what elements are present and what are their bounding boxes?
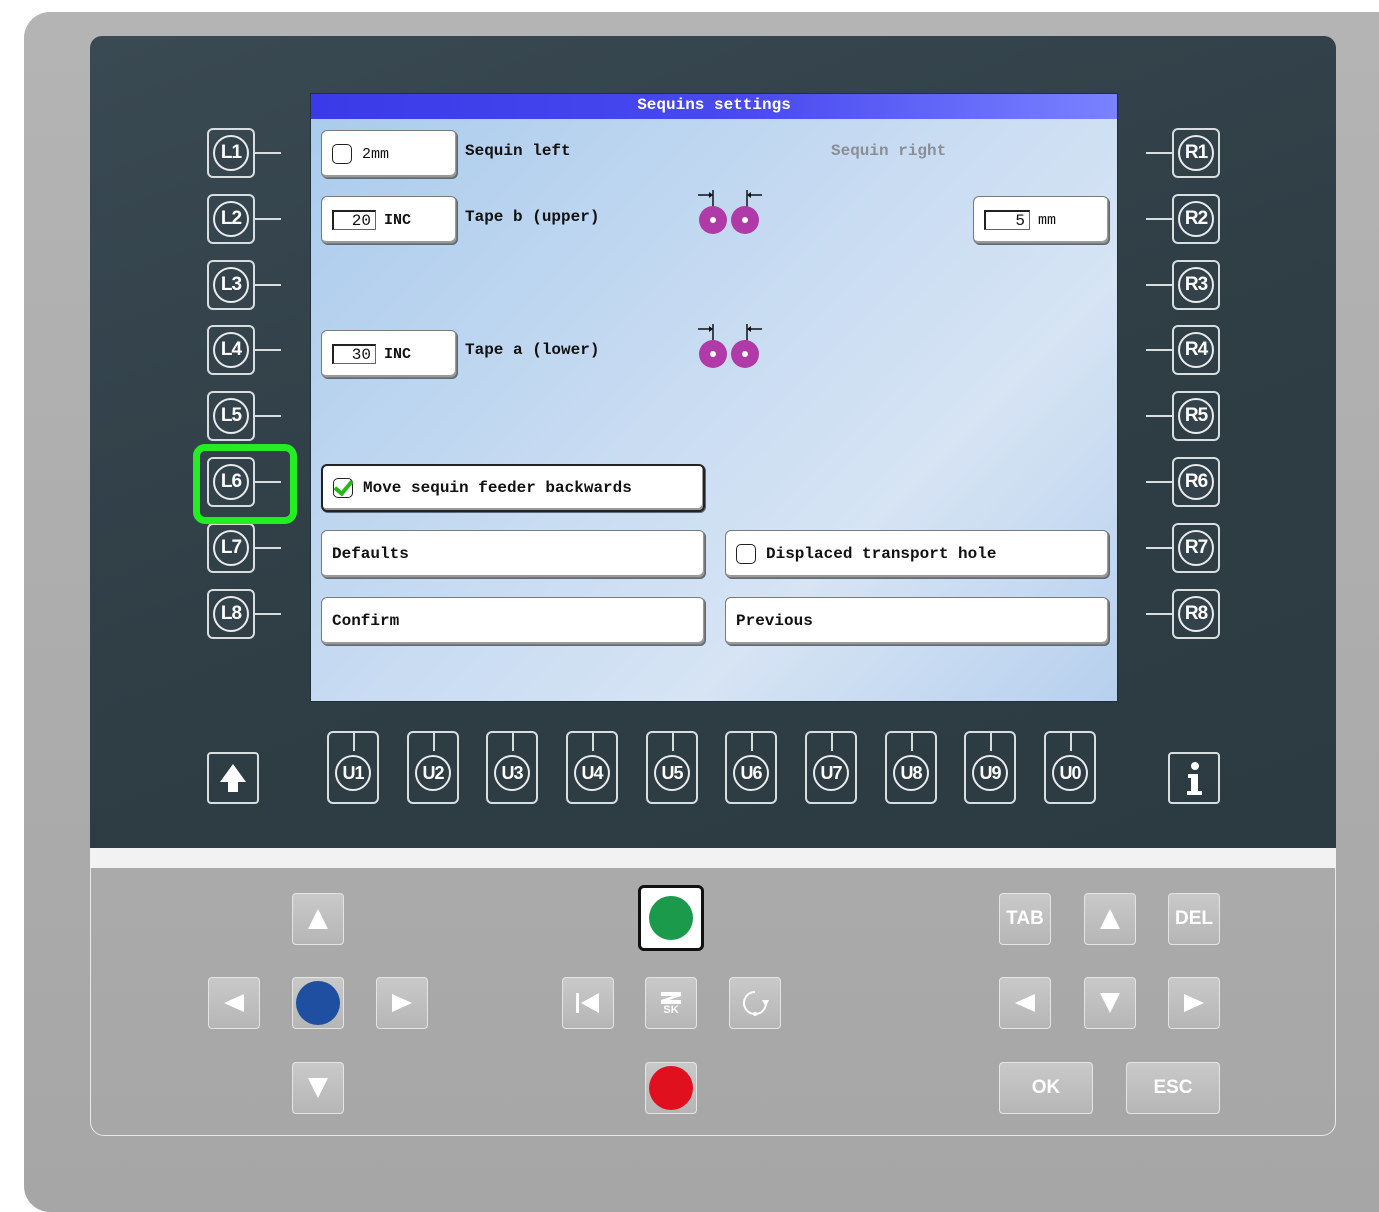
shift-up-button[interactable] [207,752,259,804]
info-icon [1187,762,1202,795]
key-u6[interactable]: U6 [725,731,777,804]
defaults-label: Defaults [332,545,409,563]
esc-button[interactable]: ESC [1126,1062,1220,1114]
key-r2[interactable]: R2 [1146,194,1220,244]
key-u2[interactable]: U2 [407,731,459,804]
key-r8[interactable]: R8 [1146,589,1220,639]
previous-label: Previous [736,612,813,630]
info-button[interactable] [1168,752,1220,804]
triangle-right-icon [1184,994,1204,1012]
defaults-button[interactable]: Defaults [321,530,705,578]
sequin-size-2mm-button[interactable]: 2mm [321,130,457,178]
move-feeder-backwards-button[interactable]: Move sequin feeder backwards [321,464,705,512]
key-r6[interactable]: R6 [1146,457,1220,507]
confirm-label: Confirm [332,612,400,630]
key-u9[interactable]: U9 [964,731,1016,804]
nav-right-button[interactable] [376,977,428,1029]
logo-text: SK [663,1003,679,1016]
tab-button[interactable]: TAB [999,893,1051,945]
skip-to-start-icon [576,993,599,1013]
divider-strip [90,848,1336,868]
key-u4[interactable]: U4 [566,731,618,804]
start-button[interactable] [638,885,704,951]
key-l2[interactable]: L2 [207,194,281,244]
key-l8[interactable]: L8 [207,589,281,639]
key-l3[interactable]: L3 [207,260,281,310]
first-button[interactable] [562,977,614,1029]
triangle-left-icon [224,994,244,1012]
sequin-right-label: Sequin right [831,142,947,160]
zsk-logo-icon [661,991,681,1004]
tape-a-value-field[interactable]: 30 INC [321,330,457,378]
sequin-right-unit: mm [1038,211,1057,229]
tape-b-number[interactable]: 20 [332,210,376,230]
key-r7[interactable]: R7 [1146,523,1220,573]
blue-home-icon [296,981,340,1025]
nav-left-button[interactable] [208,977,260,1029]
previous-button[interactable]: Previous [725,597,1109,645]
key-l5[interactable]: L5 [207,391,281,441]
red-stop-icon [649,1066,693,1110]
rotate-icon [743,991,769,1016]
tape-b-unit: INC [384,211,412,229]
key-u0[interactable]: U0 [1044,731,1096,804]
displaced-transport-hole-button[interactable]: Displaced transport hole [725,530,1109,578]
rotate-button[interactable] [729,977,781,1029]
right-button[interactable] [1168,977,1220,1029]
key-r5[interactable]: R5 [1146,391,1220,441]
key-l7[interactable]: L7 [207,523,281,573]
confirm-button[interactable]: Confirm [321,597,705,645]
key-highlight [193,444,297,524]
key-r1[interactable]: R1 [1146,128,1220,178]
nav-up-button[interactable] [292,893,344,945]
tape-b-label: Tape b (upper) [465,208,600,226]
nav-down-button[interactable] [292,1062,344,1114]
key-r4[interactable]: R4 [1146,325,1220,375]
triangle-up-icon [308,909,328,929]
sequin-right-distance-field[interactable]: 5 mm [973,196,1109,244]
tape-a-label: Tape a (lower) [465,341,600,359]
key-u1[interactable]: U1 [327,731,379,804]
triangle-down-icon [308,1078,328,1098]
displaced-hole-checkbox[interactable] [736,544,756,564]
del-button[interactable]: DEL [1168,893,1220,945]
triangle-right-icon [392,994,412,1012]
sequin-2mm-checkbox[interactable] [332,144,352,164]
up-arrow-icon [220,764,246,792]
move-feeder-checkbox[interactable] [333,478,353,498]
left-button[interactable] [999,977,1051,1029]
screen-title: Sequins settings [311,94,1117,119]
key-l1[interactable]: L1 [207,128,281,178]
logo-button[interactable]: SK [645,977,697,1029]
sequin-2mm-label: 2mm [362,145,390,163]
sequin-tape-b-icon [698,190,762,234]
key-u7[interactable]: U7 [805,731,857,804]
tape-a-number[interactable]: 30 [332,344,376,364]
displaced-hole-label: Displaced transport hole [766,545,997,563]
stop-button[interactable] [645,1062,697,1114]
key-u8[interactable]: U8 [885,731,937,804]
up-button[interactable] [1084,893,1136,945]
triangle-up-icon [1100,909,1120,929]
sequin-right-number[interactable]: 5 [984,210,1030,230]
key-u5[interactable]: U5 [646,731,698,804]
tape-b-value-field[interactable]: 20 INC [321,196,457,244]
move-feeder-label: Move sequin feeder backwards [363,479,632,497]
display-screen: Sequins settings 2mm Sequin left Sequin … [311,94,1117,701]
triangle-left-icon [1015,994,1035,1012]
home-button[interactable] [292,977,344,1029]
triangle-down-icon [1100,993,1120,1013]
sequin-left-label: Sequin left [465,142,571,160]
green-start-icon [649,896,693,940]
sequin-tape-a-icon [698,324,762,368]
ok-button[interactable]: OK [999,1062,1093,1114]
key-r3[interactable]: R3 [1146,260,1220,310]
tape-a-unit: INC [384,345,412,363]
key-l4[interactable]: L4 [207,325,281,375]
down-button[interactable] [1084,977,1136,1029]
key-u3[interactable]: U3 [486,731,538,804]
